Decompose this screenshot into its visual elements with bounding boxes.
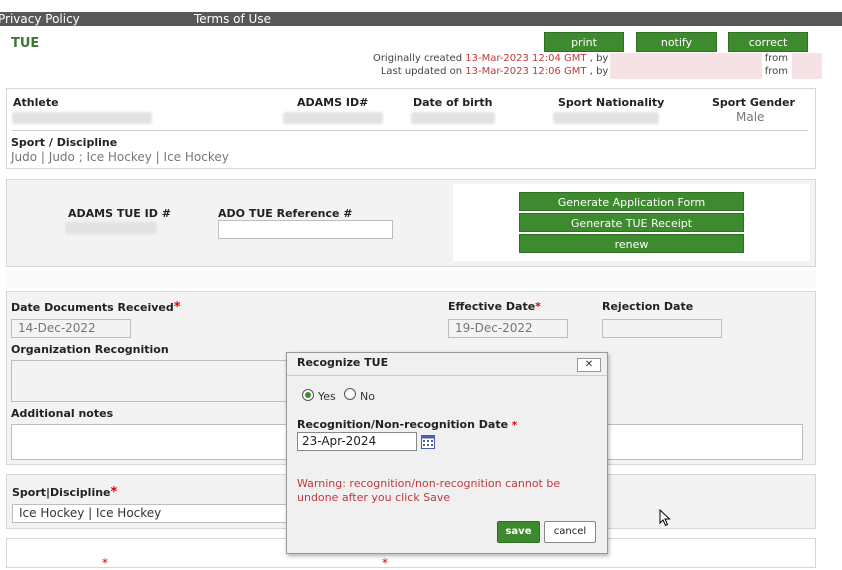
privacy-policy-link[interactable]: Privacy Policy [0,12,80,26]
gender-label: Sport Gender [712,96,795,109]
athlete-name-redacted [12,112,152,124]
warning-text: Warning: recognition/non-recognition can… [297,477,561,504]
rejection-date-label: Rejection Date [602,300,694,313]
recognize-tue-dialog: Recognize TUE ✕ Yes No Recognition/Non-r… [286,352,608,554]
docs-received-label: Date Documents Received* [11,300,181,315]
nationality-redacted [553,112,659,124]
nationality-label: Sport Nationality [558,96,665,109]
adams-id-redacted [283,112,383,124]
sport-discipline-value: Judo | Judo ; Ice Hockey | Ice Hockey [11,150,229,164]
renew-button[interactable]: renew [519,234,744,253]
adams-tue-id-redacted [65,222,157,234]
radio-selected-dot [305,392,311,398]
rejection-date-input[interactable] [602,319,722,338]
yes-radio[interactable] [302,389,314,401]
updated-from: from [764,66,788,77]
ado-ref-input[interactable] [218,220,393,239]
correct-button[interactable]: correct [728,32,808,52]
dob-redacted [411,112,495,124]
generate-application-form-button[interactable]: Generate Application Form [519,192,744,211]
created-prefix: Originally created [372,53,463,64]
save-button[interactable]: save [497,521,540,543]
updated-by: , by [589,66,609,77]
recognition-date-input[interactable]: 23-Apr-2024 [297,432,417,451]
ado-ref-label: ADO TUE Reference # [218,207,353,220]
redacted-user [610,53,762,79]
top-nav-bar: Privacy Policy Terms of Use [0,12,842,26]
updated-date: 13-Mar-2023 12:06 GMT [465,66,587,77]
adams-id-label: ADAMS ID# [297,96,369,109]
spacer-strip [6,270,816,288]
gender-value: Male [736,110,765,124]
effective-date-input[interactable]: 19-Dec-2022 [448,319,568,338]
calendar-icon[interactable] [421,435,435,449]
updated-prefix: Last updated on [380,66,463,77]
no-label: No [360,390,375,403]
org-recognition-label: Organization Recognition [11,343,169,356]
created-from: from [764,53,788,64]
additional-notes-label: Additional notes [11,407,114,420]
athlete-label: Athlete [13,96,59,109]
close-icon[interactable]: ✕ [577,358,601,372]
sport-discipline-select-label: Sport|Discipline* [12,485,118,500]
yes-label: Yes [318,390,336,403]
dob-label: Date of birth [413,96,493,109]
mouse-pointer-icon [659,508,671,530]
redacted-org [792,53,822,79]
dialog-divider [287,375,607,376]
created-date: 13-Mar-2023 12:04 GMT [465,53,587,64]
cancel-button[interactable]: cancel [544,521,596,543]
divider [12,130,808,131]
no-radio[interactable] [344,388,356,400]
docs-received-input[interactable]: 14-Dec-2022 [11,319,131,338]
dialog-title: Recognize TUE [297,356,389,369]
sport-discipline-select[interactable]: Ice Hockey | Ice Hockey [12,504,290,523]
adams-tue-id-label: ADAMS TUE ID # [68,207,171,220]
generate-tue-receipt-button[interactable]: Generate TUE Receipt [519,213,744,232]
notify-button[interactable]: notify [636,32,717,52]
effective-date-label: Effective Date* [448,300,541,313]
created-by: , by [589,53,609,64]
required-mark-1: * [102,556,108,570]
sport-discipline-label: Sport / Discipline [11,136,118,149]
print-button[interactable]: print [544,32,624,52]
required-mark-2: * [382,556,388,570]
org-recognition-box[interactable] [11,360,289,402]
recognition-date-label: Recognition/Non-recognition Date * [297,418,518,431]
terms-of-use-link[interactable]: Terms of Use [194,12,271,26]
page-title: TUE [11,36,40,51]
